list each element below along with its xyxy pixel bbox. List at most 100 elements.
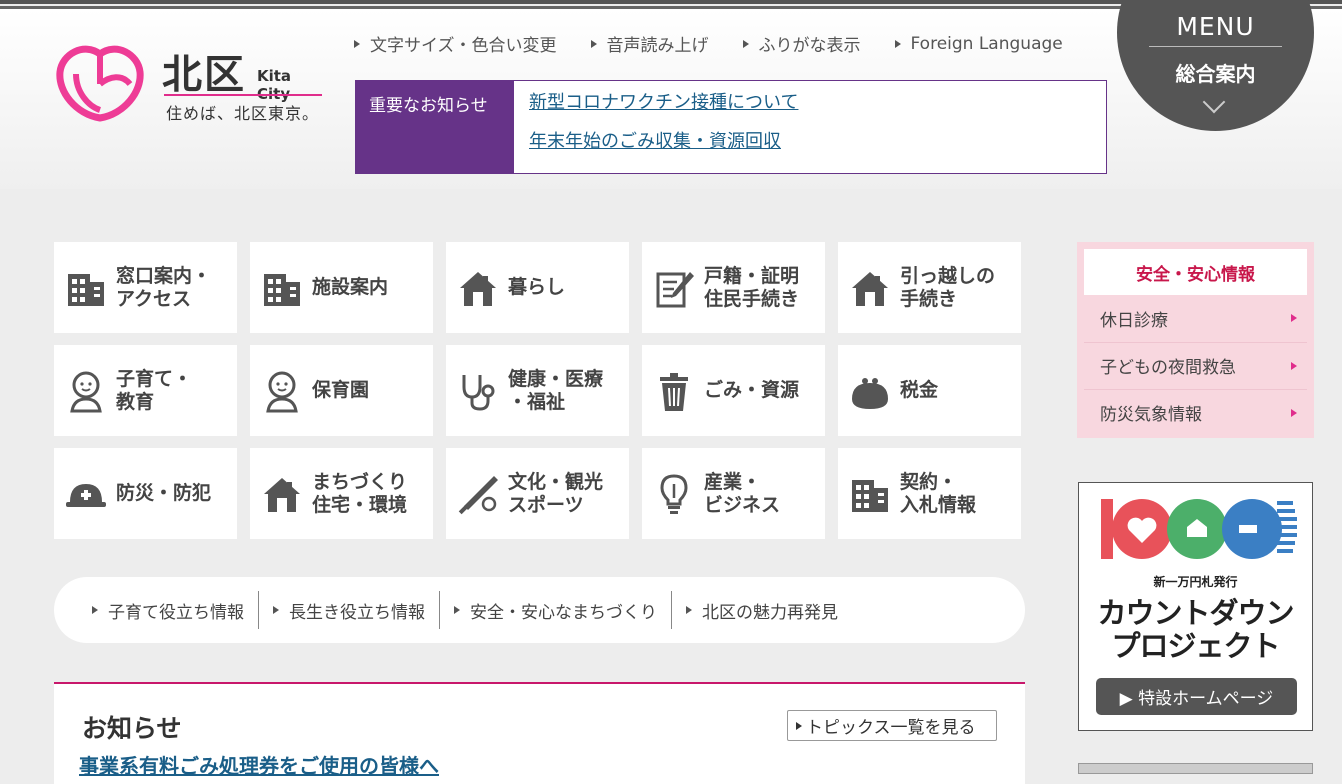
safety-item-label: 休日診療 [1100, 310, 1168, 331]
baby-icon [260, 369, 304, 413]
logo-divider [164, 94, 322, 96]
tile-living[interactable]: 暮らし [446, 242, 629, 333]
sidebar-image-banner[interactable] [1078, 763, 1313, 774]
logo-tagline: 住めば、北区東京。 [166, 104, 320, 123]
banner-special-site-button[interactable]: ▶ 特設ホームページ [1096, 678, 1297, 715]
tile-moving[interactable]: 引っ越しの 手続き [838, 242, 1021, 333]
tile-tax[interactable]: 税金 [838, 345, 1021, 436]
news-section: お知らせ トピックス一覧を見る 事業系有料ごみ処理券をご使用の皆様へ [54, 682, 1025, 784]
tile-garbage[interactable]: ごみ・資源 [642, 345, 825, 436]
util-link-furigana[interactable]: ふりがな表示 [742, 31, 861, 56]
tile-label: 引っ越しの 手続き [900, 264, 996, 310]
arrow-right-icon [1291, 314, 1297, 322]
tile-label: 施設案内 [312, 276, 389, 298]
arrow-right-icon [742, 39, 749, 48]
quick-link-rediscover[interactable]: 北区の魅力再発見 [671, 591, 852, 629]
util-link-label: 音声読み上げ [606, 36, 709, 56]
utility-nav: 文字サイズ・色合い変更 音声読み上げ ふりがな表示 Foreign Langua… [354, 31, 1063, 56]
building-icon [848, 472, 892, 516]
tile-label: 窓口案内・ アクセス [116, 264, 212, 310]
tile-facilities[interactable]: 施設案内 [250, 242, 433, 333]
arrow-right-icon [796, 721, 802, 730]
tile-label: 税金 [900, 379, 939, 401]
important-notice: 重要なお知らせ 新型コロナワクチン接種について 年末年始のごみ収集・資源回収 [355, 80, 1107, 174]
site-logo[interactable]: 北区 Kita City 住めば、北区東京。 [54, 40, 324, 125]
coin-purse-icon [848, 369, 892, 413]
tile-health-welfare[interactable]: 健康・医療 ・福祉 [446, 345, 629, 436]
logo-name: 北区 [162, 52, 246, 98]
tile-town-planning[interactable]: まちづくり 住宅・環境 [250, 448, 433, 539]
stethoscope-icon [456, 369, 500, 413]
arrow-right-icon [1291, 409, 1297, 417]
arrow-right-icon [686, 606, 692, 614]
news-more-button[interactable]: トピックス一覧を見る [787, 710, 997, 741]
building-icon [260, 266, 304, 310]
house-icon [260, 472, 304, 516]
safety-item-holiday-clinic[interactable]: 休日診療 [1084, 295, 1307, 341]
tile-nursery[interactable]: 保育園 [250, 345, 433, 436]
util-link-foreign-language[interactable]: Foreign Language [894, 31, 1063, 56]
quick-link-label: 子育て役立ち情報 [108, 602, 244, 623]
arrow-right-icon [894, 39, 901, 48]
arrow-right-icon [92, 606, 98, 614]
tile-label: 保育園 [312, 379, 370, 401]
tile-label: 子育て・ 教育 [116, 367, 193, 413]
tile-label: 防災・防犯 [116, 482, 212, 504]
util-link-text-size[interactable]: 文字サイズ・色合い変更 [354, 31, 557, 56]
building-icon [64, 266, 108, 310]
safety-info-box: 安全・安心情報 休日診療 子どもの夜間救急 防災気象情報 [1077, 242, 1314, 438]
news-more-label: トピックス一覧を見る [806, 718, 976, 738]
news-item-link[interactable]: 事業系有料ごみ処理券をご使用の皆様へ [79, 750, 439, 779]
document-pen-icon [652, 266, 696, 310]
tile-childcare-education[interactable]: 子育て・ 教育 [54, 345, 237, 436]
tile-disaster-prevention[interactable]: 防災・防犯 [54, 448, 237, 539]
logo-en: Kita City [257, 67, 292, 103]
arrow-right-icon [354, 39, 360, 48]
tile-label: 産業・ ビジネス [704, 470, 781, 516]
ten-thousand-logo-icon [1101, 499, 1297, 559]
helmet-icon [64, 472, 108, 516]
tile-industry-business[interactable]: 産業・ ビジネス [642, 448, 825, 539]
lightbulb-icon [652, 472, 696, 516]
baby-icon [64, 369, 108, 413]
tile-label: まちづくり 住宅・環境 [312, 470, 408, 516]
tile-culture-sports[interactable]: 文化・観光 スポーツ [446, 448, 629, 539]
tile-label: 暮らし [508, 276, 566, 298]
safety-item-label: 防災気象情報 [1100, 405, 1202, 425]
quick-link-label: 北区の魅力再発見 [702, 602, 838, 623]
util-link-label: 文字サイズ・色合い変更 [370, 36, 557, 56]
tile-label: 健康・医療 ・福祉 [508, 367, 604, 413]
util-link-label: Foreign Language [910, 33, 1063, 54]
trash-can-icon [652, 369, 696, 413]
notice-link-vaccine[interactable]: 新型コロナワクチン接種について [529, 91, 798, 115]
quick-link-label: 長生き役立ち情報 [289, 602, 425, 623]
tile-label: 文化・観光 スポーツ [508, 470, 604, 516]
notice-link-garbage[interactable]: 年末年始のごみ収集・資源回収 [529, 130, 798, 154]
tile-label: ごみ・資源 [704, 379, 800, 401]
quick-link-childcare[interactable]: 子育て役立ち情報 [54, 591, 258, 629]
quick-link-label: 安全・安心なまちづくり [470, 602, 657, 623]
news-title: お知らせ [82, 714, 182, 743]
menu-label-jp: 総合案内 [1175, 62, 1256, 86]
quick-links-bar: 子育て役立ち情報 長生き役立ち情報 安全・安心なまちづくり 北区の魅力再発見 [54, 577, 1025, 643]
safety-item-weather[interactable]: 防災気象情報 [1084, 389, 1307, 435]
quick-link-longevity[interactable]: 長生き役立ち情報 [258, 591, 439, 629]
cherry-blossom-logo-icon [56, 45, 144, 122]
arrow-right-icon [1291, 362, 1297, 370]
util-link-speech[interactable]: 音声読み上げ [590, 31, 709, 56]
safety-item-label: 子どもの夜間救急 [1100, 358, 1236, 378]
safety-item-night-emergency[interactable]: 子どもの夜間救急 [1084, 342, 1307, 388]
util-link-label: ふりがな表示 [758, 36, 861, 56]
tile-family-register[interactable]: 戸籍・証明 住民手続き [642, 242, 825, 333]
arrow-right-icon [454, 606, 460, 614]
quick-link-safe-town[interactable]: 安全・安心なまちづくり [439, 591, 671, 629]
tile-label: 戸籍・証明 住民手続き [704, 264, 800, 310]
notice-links: 新型コロナワクチン接種について 年末年始のごみ収集・資源回収 [514, 81, 798, 173]
countdown-banner[interactable]: 10000 新一万円札発行 カウントダウン プロジェクト ▶ 特設ホームページ [1078, 482, 1313, 731]
notice-label: 重要なお知らせ [356, 81, 514, 173]
tile-contracts[interactable]: 契約・ 入札情報 [838, 448, 1021, 539]
banner-number: 10000 [1079, 483, 1082, 484]
arrow-right-icon [590, 39, 597, 48]
tile-counter-access[interactable]: 窓口案内・ アクセス [54, 242, 237, 333]
tile-label: 契約・ 入札情報 [900, 470, 977, 516]
